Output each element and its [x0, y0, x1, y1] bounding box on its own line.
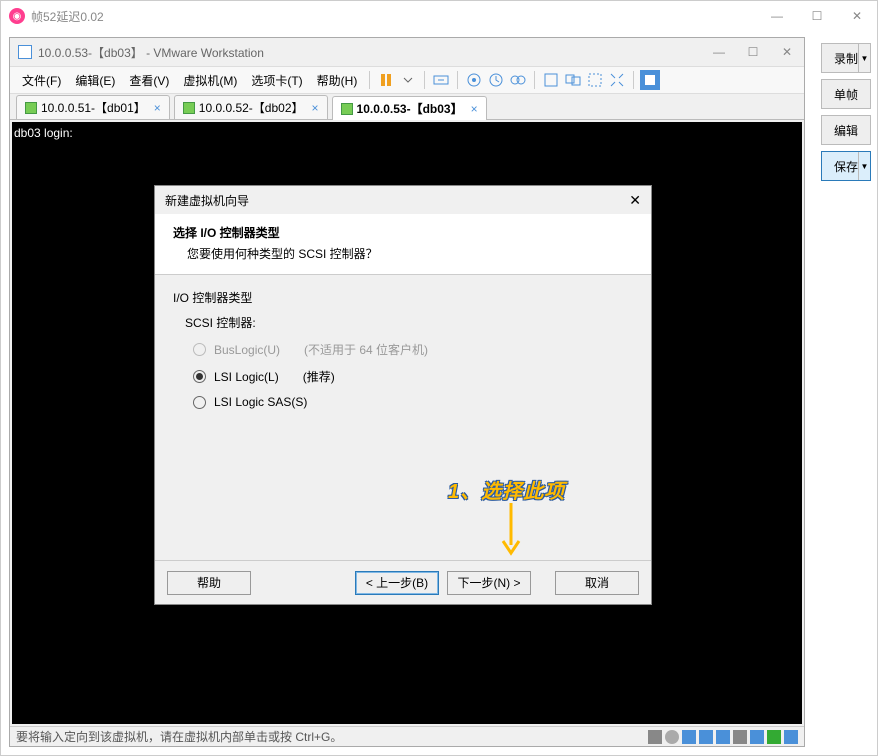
wizard-subheading: 您要使用何种类型的 SCSI 控制器？: [187, 245, 633, 262]
edit-button[interactable]: 编辑: [821, 115, 871, 145]
wizard-title-text: 新建虚拟机向导: [165, 192, 249, 209]
tab-db01[interactable]: 10.0.0.51-【db01】×: [16, 95, 170, 119]
usb-icon[interactable]: [733, 730, 747, 744]
cancel-button[interactable]: 取消: [555, 571, 639, 595]
radio-icon: [193, 396, 206, 409]
hdd-icon[interactable]: [648, 730, 662, 744]
vm-close-button[interactable]: ✕: [770, 38, 804, 66]
pause-icon[interactable]: [376, 70, 396, 90]
radio-label: LSI Logic SAS(S): [214, 395, 307, 409]
wizard-heading: 选择 I/O 控制器类型: [173, 224, 633, 241]
status-bar: 要将输入定向到该虚拟机，请在虚拟机内部单击或按 Ctrl+G。: [10, 726, 804, 746]
status-text: 要将输入定向到该虚拟机，请在虚拟机内部单击或按 Ctrl+G。: [16, 728, 342, 745]
unity-icon[interactable]: [563, 70, 583, 90]
terminal-line: db03 login:: [14, 126, 73, 140]
wizard-header: 选择 I/O 控制器类型 您要使用何种类型的 SCSI 控制器？: [155, 214, 651, 275]
net-icon[interactable]: [699, 730, 713, 744]
vmware-titlebar[interactable]: 10.0.0.53-【db03】 - VMware Workstation: [10, 38, 804, 66]
close-button[interactable]: ✕: [837, 1, 877, 31]
menu-bar: 文件(F) 编辑(E) 查看(V) 虚拟机(M) 选项卡(T) 帮助(H): [10, 66, 804, 94]
annotation-text: 1、选择此项: [448, 475, 565, 504]
sound-icon[interactable]: [767, 730, 781, 744]
help-button[interactable]: 帮助: [167, 571, 251, 595]
wizard-footer: 帮助 < 上一步(B) 下一步(N) > 取消: [155, 560, 651, 604]
menu-file[interactable]: 文件(F): [16, 69, 67, 92]
radio-icon: [193, 370, 206, 383]
radio-lsilogic[interactable]: LSI Logic(L) (推荐): [193, 368, 633, 385]
next-button[interactable]: 下一步(N) >: [447, 571, 531, 595]
dropdown-icon[interactable]: [398, 70, 418, 90]
menu-edit[interactable]: 编辑(E): [69, 69, 121, 92]
back-button[interactable]: < 上一步(B): [355, 571, 439, 595]
save-button[interactable]: 保存▼: [821, 151, 871, 181]
radio-lsilogic-sas[interactable]: LSI Logic SAS(S): [193, 395, 633, 409]
radio-buslogic: BusLogic(U) (不适用于 64 位客户机): [193, 341, 633, 358]
printer-icon[interactable]: [750, 730, 764, 744]
menu-view[interactable]: 查看(V): [123, 69, 175, 92]
capture-app-icon: ◉: [9, 8, 25, 24]
radio-label: LSI Logic(L): [214, 370, 279, 384]
fullscreen-icon[interactable]: [541, 70, 561, 90]
capture-titlebar: ◉ 帧52延迟0.02: [1, 1, 877, 31]
capture-window: ◉ 帧52延迟0.02 — ☐ ✕ 录制▼ 单帧 编辑 保存▼ 10.0.0.5…: [0, 0, 878, 756]
net2-icon[interactable]: [716, 730, 730, 744]
close-icon[interactable]: ×: [471, 102, 478, 116]
radio-label: BusLogic(U): [214, 343, 280, 357]
msg-icon[interactable]: [784, 730, 798, 744]
menu-vm[interactable]: 虚拟机(M): [177, 69, 243, 92]
wizard-titlebar[interactable]: 新建虚拟机向导 ✕: [155, 186, 651, 214]
fit-guest-icon[interactable]: [585, 70, 605, 90]
vm-tab-icon: [25, 102, 37, 114]
tab-bar: 10.0.0.51-【db01】× 10.0.0.52-【db02】× 10.0…: [10, 94, 804, 120]
snapshot-revert-icon[interactable]: [486, 70, 506, 90]
snapshot-manager-icon[interactable]: [508, 70, 528, 90]
close-icon[interactable]: ×: [154, 101, 161, 115]
wizard-close-button[interactable]: ✕: [629, 192, 641, 209]
send-keys-icon[interactable]: [431, 70, 451, 90]
side-toolbar: 录制▼ 单帧 编辑 保存▼: [821, 43, 871, 187]
library-icon[interactable]: [640, 70, 660, 90]
status-tray: [648, 730, 798, 744]
radio-note: (不适用于 64 位客户机): [304, 341, 428, 358]
scsi-label: SCSI 控制器:: [185, 314, 633, 331]
close-icon[interactable]: ×: [312, 101, 319, 115]
vm-minimize-button[interactable]: —: [702, 38, 736, 66]
radio-icon: [193, 343, 206, 356]
maximize-button[interactable]: ☐: [797, 1, 837, 31]
wizard-body: I/O 控制器类型 SCSI 控制器: BusLogic(U) (不适用于 64…: [155, 275, 651, 433]
vm-maximize-button[interactable]: ☐: [736, 38, 770, 66]
cd-icon[interactable]: [665, 730, 679, 744]
floppy-icon[interactable]: [682, 730, 696, 744]
single-frame-button[interactable]: 单帧: [821, 79, 871, 109]
tab-db02[interactable]: 10.0.0.52-【db02】×: [174, 95, 328, 119]
wizard-group-label: I/O 控制器类型: [173, 289, 633, 306]
minimize-button[interactable]: —: [757, 1, 797, 31]
menu-tabs[interactable]: 选项卡(T): [245, 69, 308, 92]
snapshot-icon[interactable]: [464, 70, 484, 90]
capture-title-text: 帧52延迟0.02: [31, 8, 104, 25]
radio-note: (推荐): [303, 368, 335, 385]
annotation-arrow-icon: [499, 501, 523, 564]
vmware-icon: [18, 45, 32, 59]
menu-help[interactable]: 帮助(H): [311, 69, 364, 92]
record-button[interactable]: 录制▼: [821, 43, 871, 73]
wizard-dialog: 新建虚拟机向导 ✕ 选择 I/O 控制器类型 您要使用何种类型的 SCSI 控制…: [154, 185, 652, 605]
fit-window-icon[interactable]: [607, 70, 627, 90]
tab-db03[interactable]: 10.0.0.53-【db03】×: [332, 96, 487, 120]
vm-tab-icon: [341, 103, 353, 115]
vmware-title-text: 10.0.0.53-【db03】 - VMware Workstation: [38, 44, 264, 61]
vm-tab-icon: [183, 102, 195, 114]
